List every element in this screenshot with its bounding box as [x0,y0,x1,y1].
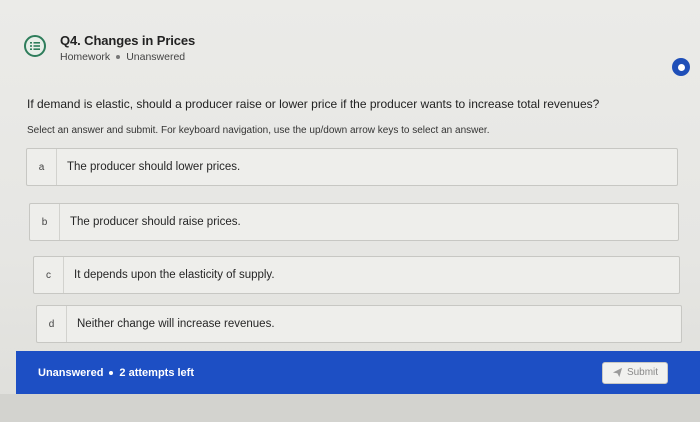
footer-status-label: Unanswered [38,366,104,379]
submission-bar: Unanswered 2 attempts left Submit [16,351,700,394]
attempts-left-label: 2 attempts left [119,366,194,379]
option-letter: d [37,306,67,342]
send-icon [612,367,623,378]
category-label: Homework [60,51,111,63]
answer-option-b[interactable]: b The producer should raise prices. [29,203,679,241]
answer-option-d[interactable]: d Neither change will increase revenues. [36,305,682,343]
option-letter: b [30,204,60,240]
option-text: The producer should raise prices. [70,216,241,228]
meta-separator-dot [116,55,121,59]
answer-option-c[interactable]: c It depends upon the elasticity of supp… [33,256,680,294]
circle-icon [677,63,685,71]
question-header: Q4. Changes in Prices Homework Unanswere… [24,33,195,63]
option-letter: c [34,257,64,293]
instructions-text: Select an answer and submit. For keyboar… [27,125,490,136]
bottom-strip [0,394,700,422]
question-text: If demand is elastic, should a producer … [27,97,600,111]
option-text: The producer should lower prices. [67,161,241,173]
info-toggle-button[interactable] [672,58,690,76]
submit-button[interactable]: Submit [602,361,668,384]
question-meta: Homework Unanswered [60,51,195,63]
title-block: Q4. Changes in Prices Homework Unanswere… [60,33,195,63]
question-title: Q4. Changes in Prices [60,33,196,48]
option-letter: a [27,149,57,185]
list-icon [24,35,46,57]
option-text: Neither change will increase revenues. [77,318,275,330]
option-text: It depends upon the elasticity of supply… [74,269,275,281]
status-label: Unanswered [126,51,186,63]
answer-option-a[interactable]: a The producer should lower prices. [26,148,678,186]
status-separator-dot [109,370,114,375]
page: Q4. Changes in Prices Homework Unanswere… [0,0,700,422]
attempt-status: Unanswered 2 attempts left [38,367,194,379]
submit-label: Submit [626,367,659,378]
